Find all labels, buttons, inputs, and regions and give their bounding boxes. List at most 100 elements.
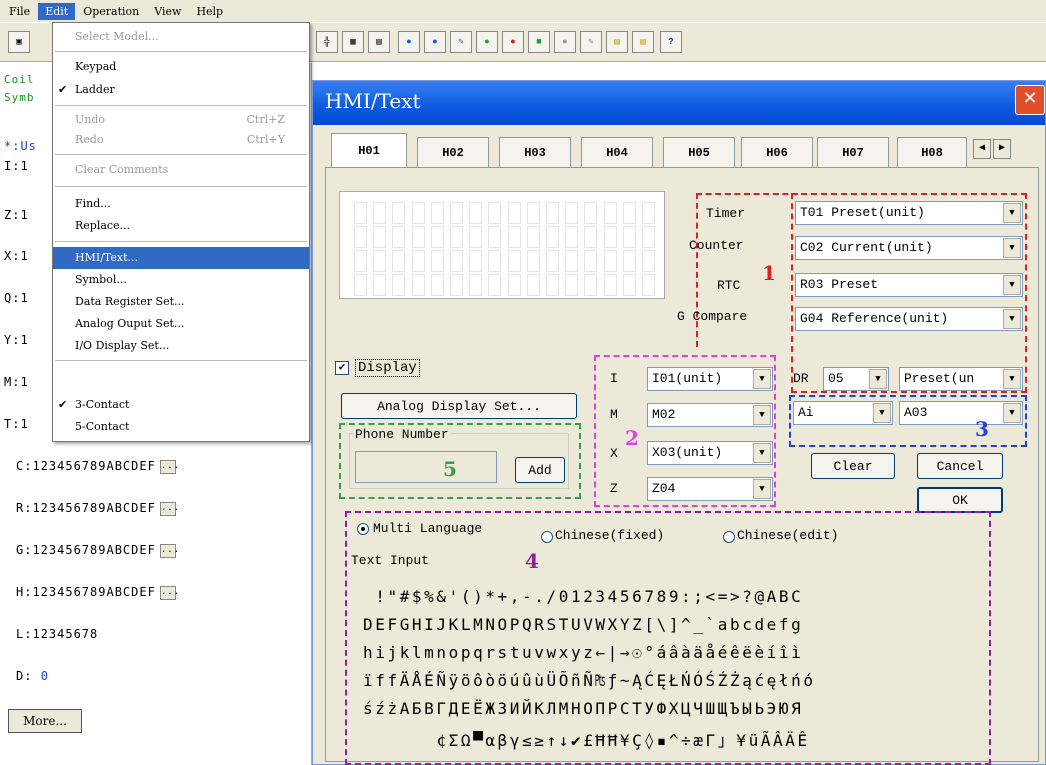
lcd-cell[interactable] [642,202,655,224]
dr-number-select[interactable]: 05 ▼ [823,367,889,391]
lcd-cell[interactable] [488,202,502,224]
read-icon[interactable]: ● [398,31,420,53]
lcd-cell[interactable] [507,202,521,224]
lcd-cell[interactable] [488,274,502,296]
lcd-cell[interactable] [603,226,617,248]
tab-h07[interactable]: H07 [817,137,889,167]
lcd-cell[interactable] [411,274,425,296]
monitor-icon[interactable]: ✎ [450,31,472,53]
char-row-6[interactable]: ¢ΣΩ▀αβγ≤≥↑↓✔£ĦĦ¥Ç◊▪^÷æΓ」¥üÃÂÄÊ [363,727,810,751]
tab-scroll-right-icon[interactable]: ▶ [993,139,1011,159]
chinese-fixed-radio[interactable] [541,531,553,543]
more-button[interactable]: More... [8,709,82,733]
menu-file[interactable]: File [2,3,37,20]
menu-item-io-display[interactable]: I/O Display Set... [53,335,309,357]
menu-item-data-register[interactable]: Data Register Set... [53,291,309,313]
pen-icon[interactable]: ✎ [580,31,602,53]
phone-number-field[interactable] [355,451,497,483]
menu-item-replace[interactable]: Replace... [53,215,309,237]
lcd-cell[interactable] [392,250,406,272]
multi-language-radio[interactable] [357,523,369,535]
rtc-select[interactable]: R03 Preset ▼ [795,273,1023,297]
ok-button[interactable]: OK [917,487,1003,513]
lcd-cell[interactable] [392,274,406,296]
lcd-cell[interactable] [392,226,406,248]
z-select[interactable]: Z04 ▼ [647,477,773,501]
lcd-cell[interactable] [642,274,655,296]
i-select[interactable]: I01(unit) ▼ [647,367,773,391]
lcd-cell[interactable] [430,226,444,248]
x-select[interactable]: X03(unit) ▼ [647,441,773,465]
lcd-cell[interactable] [507,226,521,248]
char-row-4[interactable]: ïffÄÅÉÑÿöôòöúûùÜÕñÑ₧ƒ~ĄĆĘŁŃÓŚŹŻąćęłńó [363,671,816,690]
run-icon[interactable]: ● [476,31,498,53]
upload-icon[interactable]: ▤ [606,31,628,53]
help-icon[interactable]: ? [660,31,682,53]
menu-item-keypad[interactable]: Keypad [53,56,309,78]
lcd-cell[interactable] [411,250,425,272]
menu-item-clear-comments[interactable]: Clear Comments [53,159,309,181]
lcd-cell[interactable] [373,250,387,272]
tab-scroll-left-icon[interactable]: ◀ [973,139,991,159]
stop-icon[interactable]: ● [502,31,524,53]
tab-h02[interactable]: H02 [417,137,489,167]
simulate-icon[interactable]: ● [554,31,576,53]
lcd-cell[interactable] [546,226,559,248]
lcd-cell[interactable] [622,274,636,296]
menu-operation[interactable]: Operation [76,3,146,20]
c-ellipsis-button[interactable]: ... [159,459,179,474]
lcd-cell[interactable] [603,250,617,272]
lcd-cell[interactable] [373,226,387,248]
lcd-cell[interactable] [469,226,483,248]
lcd-cell[interactable] [430,202,444,224]
lcd-cell[interactable] [450,250,463,272]
lcd-cell[interactable] [469,250,483,272]
tab-h03[interactable]: H03 [499,137,571,167]
lcd-cell[interactable] [411,202,425,224]
gcompare-select[interactable]: G04 Reference(unit) ▼ [795,307,1023,331]
lcd-cell[interactable] [507,250,521,272]
lcd-cell[interactable] [450,274,463,296]
lcd-cell[interactable] [488,250,502,272]
lcd-cell[interactable] [354,274,367,296]
menu-item-select-model[interactable]: Select Model... [53,26,309,48]
lcd-cell[interactable] [430,274,444,296]
analog-display-set-button[interactable]: Analog Display Set... [341,393,577,419]
lcd-cell[interactable] [450,226,463,248]
lcd-cell[interactable] [507,274,521,296]
g-ellipsis-button[interactable]: ... [159,543,179,558]
char-row-2[interactable]: DEFGHIJKLMNOPQRSTUVWXYZ[\]^_`abcdefg [363,615,803,634]
lcd-cell[interactable] [354,250,367,272]
lcd-cell[interactable] [603,202,617,224]
add-button[interactable]: Add [515,457,565,483]
lcd-cell[interactable] [546,274,559,296]
lcd-cell[interactable] [373,274,387,296]
menu-item-symbol[interactable]: Symbol... [53,269,309,291]
h-ellipsis-button[interactable]: ... [159,585,179,600]
ai-select[interactable]: Ai ▼ [793,401,893,425]
lcd-cell[interactable] [526,202,540,224]
write-icon[interactable]: ● [424,31,446,53]
m-select[interactable]: M02 ▼ [647,403,773,427]
lcd-cell[interactable] [622,226,636,248]
char-row-5[interactable]: śźżАБВГДЕЁЖЗИЙКЛМНОПРСТУФХЦЧШЩЪЫЬЭЮЯ [363,699,803,718]
dr-mode-select[interactable]: Preset(un ▼ [899,367,1023,391]
download-icon[interactable]: ▤ [632,31,654,53]
menu-item-find[interactable]: Find... [53,193,309,215]
menu-edit[interactable]: Edit [38,2,76,20]
lcd-cell[interactable] [565,202,579,224]
tab-h06[interactable]: H06 [741,137,813,167]
lcd-cell[interactable] [546,250,559,272]
lcd-cell[interactable] [354,202,367,224]
menu-item-hmi-text[interactable]: HMI/Text... [53,247,309,269]
lcd-cell[interactable] [546,202,559,224]
timer-select[interactable]: T01 Preset(unit) ▼ [795,201,1023,225]
lcd-cell[interactable] [642,250,655,272]
model-icon[interactable]: ▣ [8,31,30,53]
menu-item-analog-output[interactable]: Analog Ouput Set... [53,313,309,335]
menu-view[interactable]: View [147,3,188,20]
lcd-cell[interactable] [584,226,598,248]
lcd-cell[interactable] [622,202,636,224]
lcd-cell[interactable] [488,226,502,248]
close-icon[interactable]: ✕ [1015,85,1045,115]
